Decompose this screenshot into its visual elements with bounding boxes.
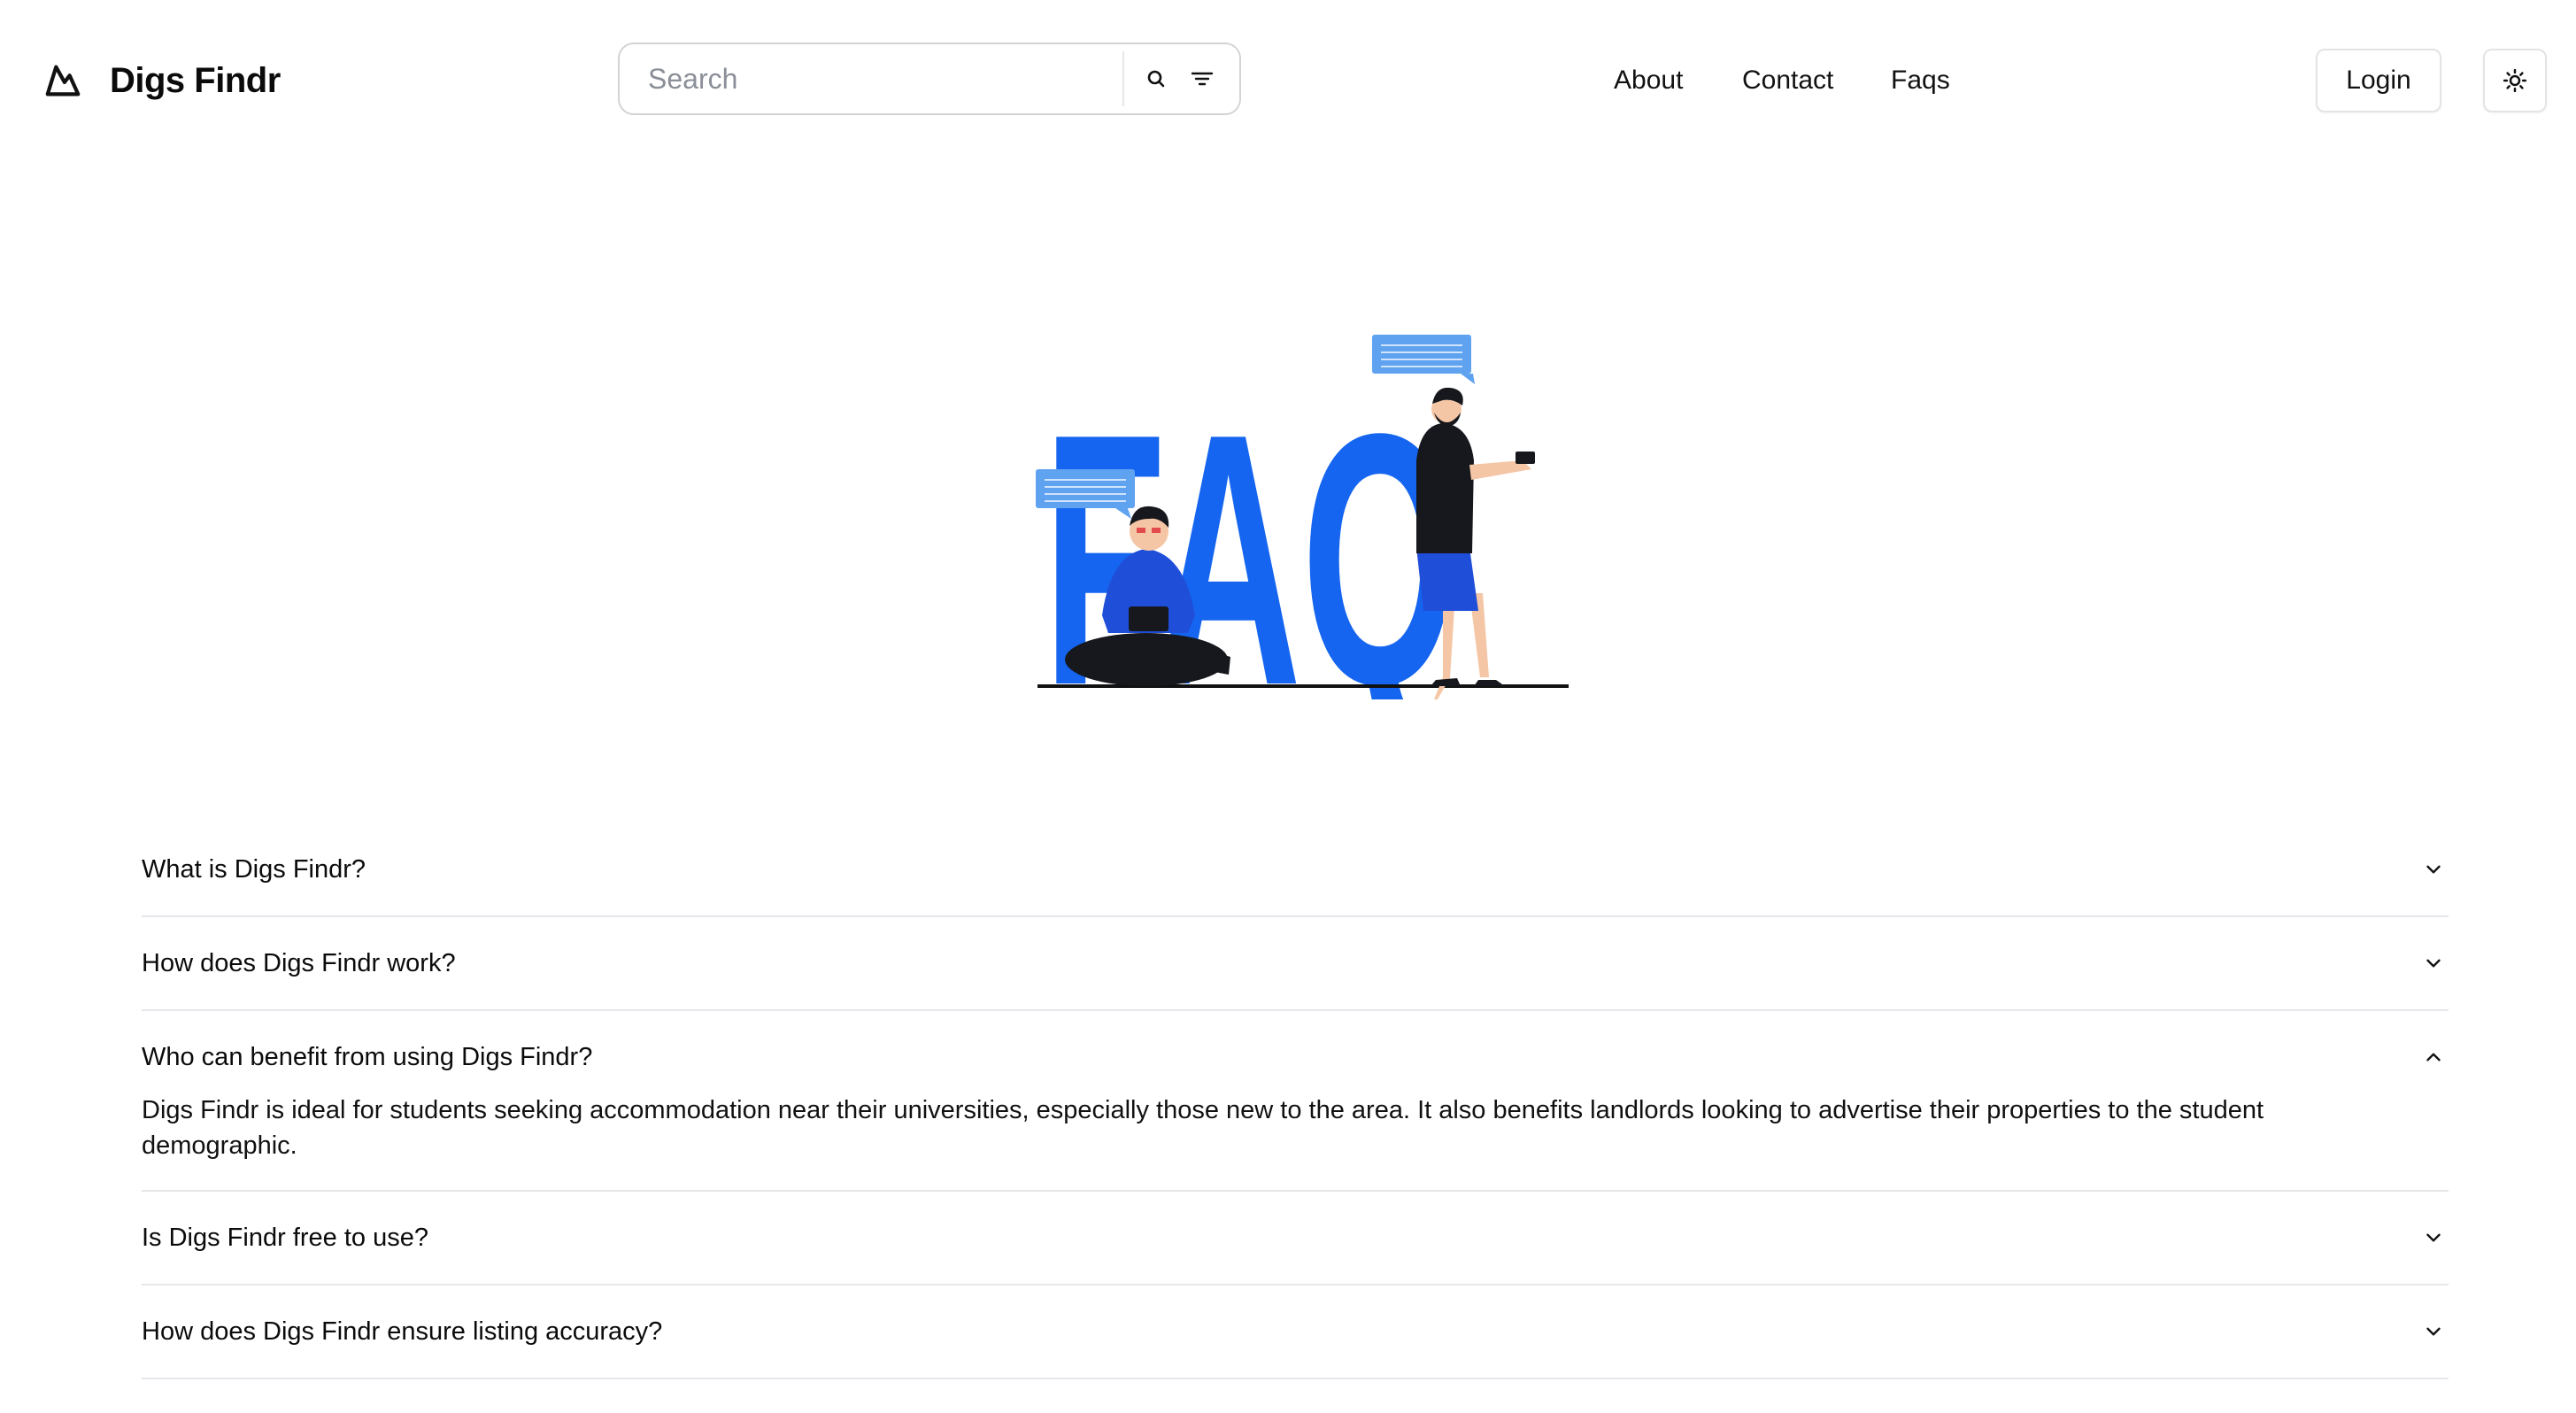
chevron-down-icon	[2426, 1233, 2441, 1242]
filter-icon	[1191, 72, 1214, 86]
faq-illustration: FAQ	[1036, 335, 1569, 760]
faq-item: Is Digs Findr free to use?	[142, 1192, 2449, 1286]
mountain-icon	[45, 65, 81, 97]
faq-item: How does Digs Findr ensure listing accur…	[142, 1286, 2449, 1379]
filter-button[interactable]	[1179, 56, 1225, 102]
faq-trigger[interactable]: How does Digs Findr ensure listing accur…	[142, 1286, 2449, 1378]
chevron-down-icon	[2426, 959, 2441, 968]
faq-item: What is Digs Findr?	[142, 823, 2449, 917]
faq-answer: Digs Findr is ideal for students seeking…	[142, 1096, 2264, 1160]
faq-question: How does Digs Findr ensure listing accur…	[142, 1316, 663, 1346]
chevron-down-icon	[2426, 865, 2441, 874]
faq-item: How does Digs Findr work?	[142, 917, 2449, 1011]
faq-item-expanded: Who can benefit from using Digs Findr? D…	[142, 1011, 2449, 1192]
faq-trigger[interactable]: How does Digs Findr work?	[142, 917, 2449, 1009]
theme-toggle-button[interactable]	[2483, 49, 2547, 112]
search-button[interactable]	[1133, 56, 1179, 102]
faq-question: Who can benefit from using Digs Findr?	[142, 1042, 593, 1071]
brand-name: Digs Findr	[110, 60, 281, 100]
faq-accordion: What is Digs Findr? How does Digs Findr …	[142, 823, 2449, 1379]
faq-question: How does Digs Findr work?	[142, 948, 456, 977]
search-divider	[1122, 51, 1124, 106]
site-header: Digs Findr About Contact Faqs Login	[0, 0, 2576, 159]
faq-trigger[interactable]: Is Digs Findr free to use?	[142, 1192, 2449, 1284]
nav-link-faqs[interactable]: Faqs	[1891, 66, 1950, 96]
nav-link-contact[interactable]: Contact	[1742, 66, 1833, 96]
faq-question: Is Digs Findr free to use?	[142, 1223, 428, 1252]
chevron-down-icon	[2426, 1327, 2441, 1336]
faq-question: What is Digs Findr?	[142, 854, 366, 884]
search-icon	[1147, 70, 1165, 88]
login-button[interactable]: Login	[2316, 49, 2441, 112]
chevron-up-icon	[2426, 1053, 2441, 1062]
brand-logo[interactable]: Digs Findr	[42, 53, 281, 108]
search-input[interactable]	[620, 44, 1122, 113]
search-bar	[618, 42, 1241, 115]
sun-icon	[2503, 68, 2527, 93]
nav-link-about[interactable]: About	[1614, 66, 1683, 96]
faq-trigger[interactable]: Who can benefit from using Digs Findr?	[142, 1011, 2449, 1103]
faq-trigger[interactable]: What is Digs Findr?	[142, 823, 2449, 915]
faq-hero-illustration: FAQ	[1027, 328, 1576, 760]
